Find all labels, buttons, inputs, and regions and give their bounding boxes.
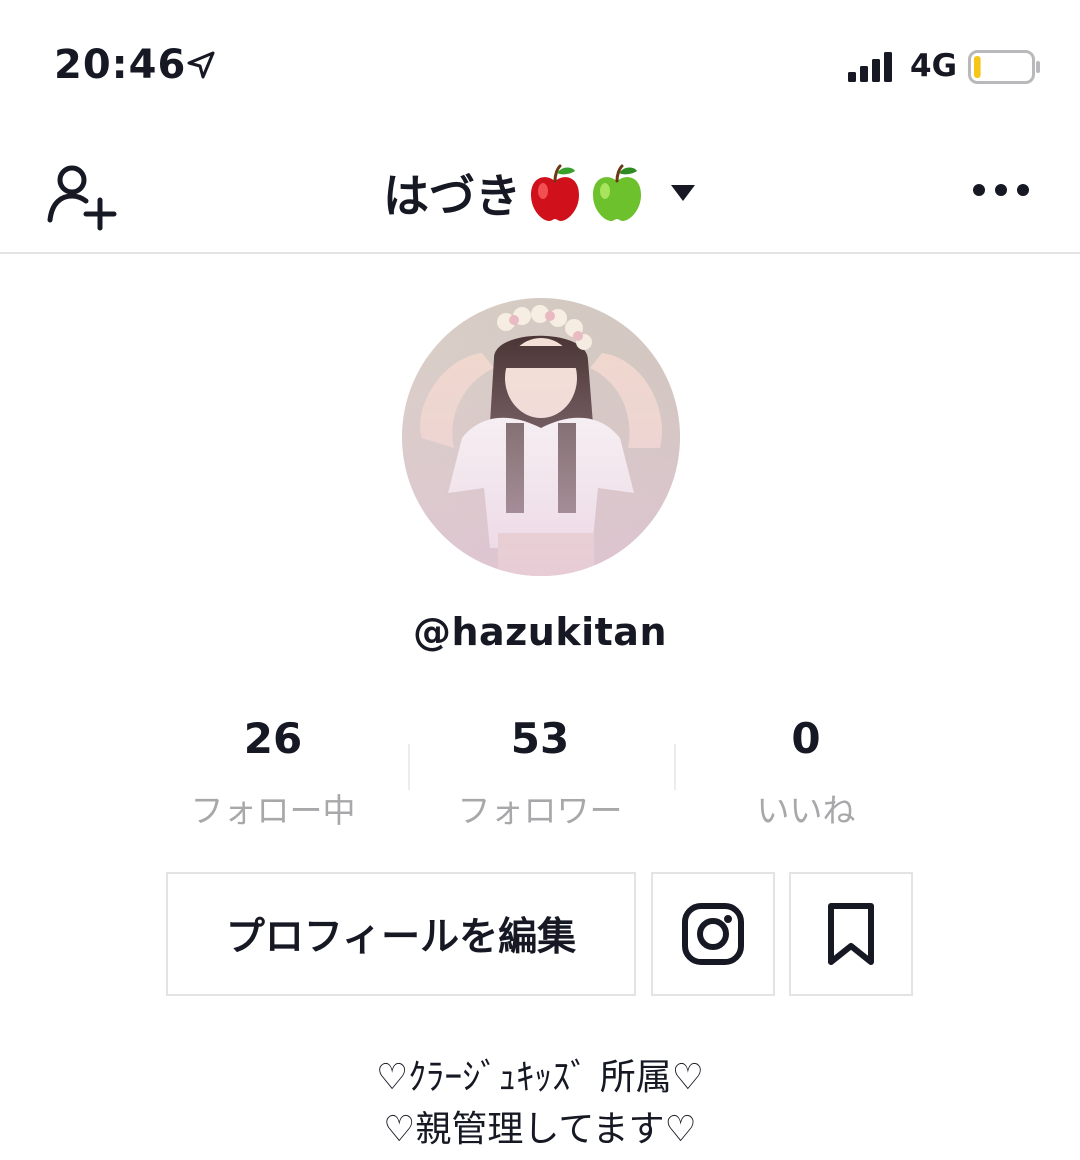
- signal-bars-icon: [848, 52, 892, 82]
- network-type: 4G: [910, 48, 958, 84]
- more-dots-icon[interactable]: [966, 170, 1036, 210]
- bio-line: ♡親管理してます♡: [383, 1109, 697, 1150]
- bio-line: ♡ｸﾗｰｼﾞｭｷｯｽﾞ 所属♡: [376, 1057, 704, 1098]
- status-bar: 20:46 4G: [0, 0, 1080, 120]
- status-time: 20:46: [54, 42, 187, 88]
- profile-header: はづき: [0, 140, 1080, 254]
- bookmark-button[interactable]: [789, 872, 913, 996]
- followers-label: フォロワー: [457, 791, 623, 830]
- following-count: 26: [243, 714, 303, 763]
- edit-profile-button[interactable]: プロフィールを編集: [166, 872, 636, 996]
- likes-label: いいね: [756, 791, 856, 830]
- location-arrow-icon: [187, 51, 215, 79]
- instagram-icon: [682, 903, 744, 965]
- following-label: フォロー中: [190, 791, 356, 830]
- red-apple-emoji: [531, 164, 579, 221]
- account-name: はづき: [383, 169, 521, 223]
- profile-stats: 26 フォロー中 53 フォロワー 0 いいね: [140, 712, 940, 832]
- green-apple-emoji: [593, 164, 641, 221]
- avatar[interactable]: [402, 298, 680, 576]
- followers-count: 53: [510, 714, 570, 763]
- avatar-photo: [402, 298, 680, 576]
- battery-low-icon: [968, 50, 1040, 84]
- username-handle: @hazukitan: [412, 610, 668, 654]
- instagram-button[interactable]: [651, 872, 775, 996]
- profile-bio: ♡ｸﾗｰｼﾞｭｷｯｽﾞ 所属♡ ♡親管理してます♡: [0, 1052, 1080, 1156]
- likes-count: 0: [791, 714, 821, 763]
- likes-stat[interactable]: 0 いいね: [673, 712, 939, 832]
- followers-stat[interactable]: 53 フォロワー: [407, 712, 673, 832]
- account-switcher[interactable]: はづき: [383, 160, 697, 226]
- caret-down-icon: [671, 185, 695, 201]
- following-stat[interactable]: 26 フォロー中: [140, 712, 406, 832]
- bookmark-icon: [828, 903, 874, 965]
